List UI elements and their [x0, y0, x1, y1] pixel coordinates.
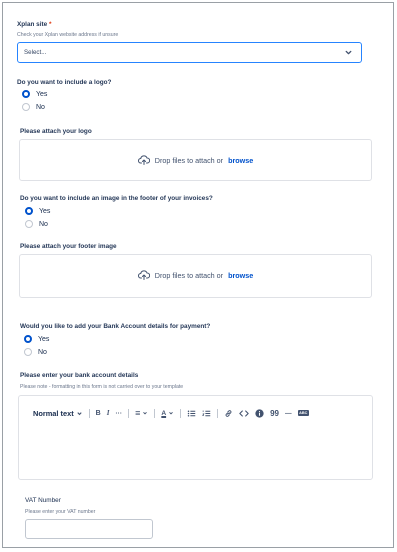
bank-details-help: Please note - formatting in this form is…: [20, 384, 184, 390]
radio-label: Yes: [39, 207, 51, 215]
radio-unselected: [25, 220, 33, 228]
upload-cloud-icon: [137, 155, 150, 165]
abc-label: ABC: [299, 411, 308, 415]
chevron-down-icon: [169, 411, 173, 415]
align-icon: ≡: [135, 408, 141, 418]
toolbar-divider: [217, 408, 219, 418]
alignment-dropdown[interactable]: ≡: [135, 408, 148, 418]
radio-label: Yes: [38, 335, 50, 343]
bank-radio-no[interactable]: No: [24, 348, 47, 356]
footer-dropzone[interactable]: Drop files to attach or browse: [19, 254, 372, 298]
chevron-down-icon: [143, 411, 148, 415]
xplan-help: Check your Xplan website address if unsu…: [17, 32, 119, 38]
bold-button[interactable]: B: [96, 410, 101, 417]
radio-label: No: [39, 220, 48, 228]
chevron-down-icon: [77, 411, 82, 415]
toolbar-divider: [154, 408, 156, 418]
logo-radio-yes[interactable]: Yes: [22, 90, 47, 98]
xplan-label: Xplan site *: [17, 21, 52, 28]
rich-text-editor[interactable]: Normal text B I ··· ≡ A 99 — ABC: [18, 395, 373, 480]
text-effects-button[interactable]: ABC: [297, 410, 309, 416]
bank-radio-yes[interactable]: Yes: [24, 335, 49, 343]
radio-label: No: [38, 348, 47, 356]
quote-button[interactable]: 99: [270, 409, 279, 418]
editor-toolbar: Normal text B I ··· ≡ A 99 — ABC: [33, 406, 309, 420]
logo-dropzone[interactable]: Drop files to attach or browse: [19, 139, 372, 181]
vat-help: Please enter your VAT number: [25, 509, 96, 515]
browse-link[interactable]: browse: [228, 156, 253, 165]
browse-link[interactable]: browse: [228, 271, 253, 280]
logo-question-label: Do you want to include a logo?: [17, 79, 112, 86]
footer-attach-label: Please attach your footer image: [20, 243, 117, 250]
toolbar-divider: [180, 408, 182, 418]
radio-unselected: [22, 103, 30, 111]
horizontal-rule-button[interactable]: —: [285, 410, 292, 417]
numbered-list-icon[interactable]: [202, 409, 211, 418]
radio-selected: [22, 90, 30, 98]
radio-selected: [25, 207, 33, 215]
footer-radio-no[interactable]: No: [25, 220, 48, 228]
radio-selected: [24, 335, 32, 343]
chevron-down-icon: [345, 50, 352, 55]
code-icon[interactable]: [239, 409, 249, 418]
text-style-label: Normal text: [33, 408, 74, 418]
bank-details-label: Please enter your bank account details: [20, 372, 139, 379]
logo-attach-label: Please attach your logo: [20, 128, 92, 135]
drop-text: Drop files to attach or: [154, 155, 224, 165]
text-style-dropdown[interactable]: Normal text: [33, 409, 83, 418]
toolbar-divider: [88, 408, 90, 418]
radio-label: Yes: [36, 90, 48, 98]
more-formatting-button[interactable]: ···: [115, 410, 122, 417]
link-icon[interactable]: [224, 409, 233, 418]
toolbar-divider: [128, 408, 130, 418]
vat-label: VAT Number: [25, 497, 61, 504]
logo-radio-no[interactable]: No: [22, 103, 45, 111]
text-color-icon: A: [161, 409, 167, 417]
text-color-dropdown[interactable]: A: [161, 410, 174, 417]
bank-question-label: Would you like to add your Bank Account …: [20, 323, 211, 330]
xplan-site-select[interactable]: Select...: [17, 42, 362, 63]
italic-button[interactable]: I: [107, 409, 110, 417]
footer-radio-yes[interactable]: Yes: [25, 207, 50, 215]
drop-text: Drop files to attach or: [154, 270, 224, 280]
footer-question-label: Do you want to include an image in the f…: [20, 195, 213, 202]
bullet-list-icon[interactable]: [187, 409, 196, 418]
info-icon[interactable]: [255, 408, 264, 418]
upload-cloud-icon: [137, 270, 150, 280]
vat-number-input[interactable]: [25, 519, 153, 539]
radio-unselected: [24, 348, 32, 356]
radio-label: No: [36, 103, 45, 111]
select-value: Select...: [24, 49, 47, 56]
required-mark: *: [48, 21, 52, 28]
